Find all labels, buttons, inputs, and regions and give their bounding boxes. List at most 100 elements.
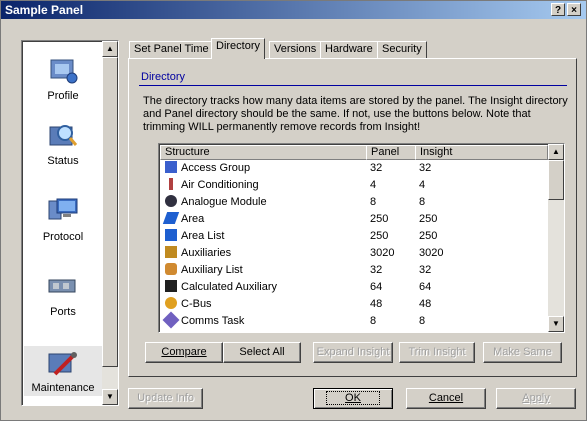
expand-insight-label: Expand Insight — [316, 346, 390, 358]
row-structure: Comms Task — [181, 315, 245, 327]
scroll-up-button[interactable]: ▲ — [102, 41, 118, 57]
nav-item-profile[interactable]: Profile — [24, 54, 102, 102]
table-row[interactable]: Comms Task 8 8 — [161, 311, 547, 330]
nav-item-status[interactable]: Status — [24, 119, 102, 167]
cancel-label: Cancel — [428, 392, 464, 404]
scroll-down-button[interactable]: ▼ — [548, 316, 564, 332]
close-button[interactable]: × — [567, 3, 581, 16]
section-title: Directory — [141, 71, 186, 83]
row-panel-count: 32 — [370, 264, 383, 276]
row-insight-count: 250 — [419, 230, 438, 242]
column-header-insight[interactable]: Insight — [415, 145, 548, 160]
area-icon — [162, 212, 180, 224]
help-button[interactable]: ? — [551, 3, 565, 16]
row-panel-count: 64 — [370, 281, 383, 293]
calculated-auxiliary-icon — [165, 280, 177, 292]
ok-button[interactable]: OK — [313, 388, 393, 409]
make-same-label: Make Same — [493, 346, 552, 358]
compare-label: Compare — [161, 346, 207, 358]
row-panel-count: 4 — [370, 179, 377, 191]
ok-label: OK — [326, 391, 380, 405]
row-insight-count: 8 — [419, 315, 426, 327]
apply-button[interactable]: Apply — [496, 388, 576, 409]
nav-scrollbar[interactable]: ▲ ▼ — [102, 41, 118, 405]
table-row[interactable]: Calculated Auxiliary 64 64 — [161, 279, 547, 296]
protocol-icon — [48, 198, 78, 220]
title-bar[interactable]: Sample Panel ? × — [1, 1, 586, 19]
expand-insight-button[interactable]: Expand Insight — [313, 342, 393, 363]
table-row[interactable]: Access Group 32 32 — [161, 160, 547, 177]
row-panel-count: 3020 — [370, 247, 395, 259]
tab-set-panel-time[interactable]: Set Panel Time — [129, 41, 214, 58]
row-insight-count: 3020 — [419, 247, 444, 259]
trim-insight-label: Trim Insight — [408, 346, 466, 358]
section-divider — [139, 85, 567, 86]
row-panel-count: 8 — [370, 196, 377, 208]
directory-list[interactable]: Structure Panel Insight Access Group 32 … — [158, 143, 565, 333]
scroll-down-button[interactable]: ▼ — [102, 389, 118, 405]
row-structure: Area — [181, 213, 205, 225]
scroll-thumb[interactable] — [548, 160, 564, 200]
ports-icon — [48, 279, 76, 293]
tab-security[interactable]: Security — [377, 41, 427, 58]
row-panel-count: 32 — [370, 162, 383, 174]
area-list-icon — [165, 229, 177, 241]
nav-item-label: Maintenance — [31, 382, 95, 394]
list-scrollbar[interactable]: ▲ ▼ — [548, 144, 564, 332]
compare-button[interactable]: Compare — [145, 342, 223, 363]
nav-item-protocol[interactable]: Protocol — [24, 195, 102, 243]
maintenance-icon — [48, 352, 77, 376]
row-panel-count: 250 — [370, 230, 389, 242]
nav-item-label: Protocol — [42, 231, 84, 243]
c-bus-icon — [165, 297, 177, 309]
nav-item-ports[interactable]: Ports — [24, 270, 102, 318]
column-header-panel[interactable]: Panel — [366, 145, 416, 160]
comms-task-icon — [162, 311, 180, 329]
row-structure: Auxiliary List — [181, 264, 243, 276]
table-row[interactable]: Analogue Module 8 8 — [161, 194, 547, 211]
scroll-thumb[interactable] — [102, 57, 118, 367]
row-structure: Auxiliaries — [181, 247, 232, 259]
row-structure: Air Conditioning — [181, 179, 259, 191]
nav-item-maintenance[interactable]: Maintenance — [24, 346, 102, 396]
table-row[interactable]: Area 250 250 — [161, 211, 547, 228]
auxiliaries-icon — [165, 246, 177, 258]
nav-item-label: Status — [47, 155, 79, 167]
apply-label: Apply — [522, 392, 550, 404]
profile-icon — [50, 59, 78, 84]
row-panel-count: 48 — [370, 298, 383, 310]
access-group-icon — [165, 161, 177, 173]
tab-hardware[interactable]: Hardware — [320, 41, 378, 58]
update-info-button[interactable]: Update Info — [128, 388, 203, 409]
table-row[interactable]: Auxiliaries 3020 3020 — [161, 245, 547, 262]
tab-versions[interactable]: Versions — [269, 41, 322, 58]
sample-panel-window: Sample Panel ? × Profile Status Protocol… — [0, 0, 587, 421]
row-structure: Access Group — [181, 162, 251, 174]
analogue-module-icon — [165, 195, 177, 207]
row-insight-count: 8 — [419, 196, 426, 208]
thermometer-icon — [169, 178, 173, 190]
row-insight-count: 32 — [419, 162, 432, 174]
row-structure: Calculated Auxiliary — [181, 281, 277, 293]
row-insight-count: 250 — [419, 213, 438, 225]
row-panel-count: 8 — [370, 315, 377, 327]
auxiliary-list-icon — [165, 263, 177, 275]
trim-insight-button[interactable]: Trim Insight — [399, 342, 475, 363]
column-header-structure[interactable]: Structure — [160, 145, 367, 160]
update-info-label: Update Info — [137, 392, 194, 404]
row-insight-count: 64 — [419, 281, 432, 293]
table-row[interactable]: Air Conditioning 4 4 — [161, 177, 547, 194]
table-row[interactable]: Auxiliary List 32 32 — [161, 262, 547, 279]
row-insight-count: 48 — [419, 298, 432, 310]
scroll-up-button[interactable]: ▲ — [548, 144, 564, 160]
select-all-button[interactable]: Select All — [223, 342, 301, 363]
row-structure: C-Bus — [181, 298, 212, 310]
row-insight-count: 32 — [419, 264, 432, 276]
table-row[interactable]: Area List 250 250 — [161, 228, 547, 245]
make-same-button[interactable]: Make Same — [483, 342, 562, 363]
directory-description: The directory tracks how many data items… — [143, 95, 568, 133]
cancel-button[interactable]: Cancel — [406, 388, 486, 409]
status-icon — [49, 125, 78, 146]
table-row[interactable]: C-Bus 48 48 — [161, 296, 547, 313]
tab-directory[interactable]: Directory — [211, 38, 266, 59]
